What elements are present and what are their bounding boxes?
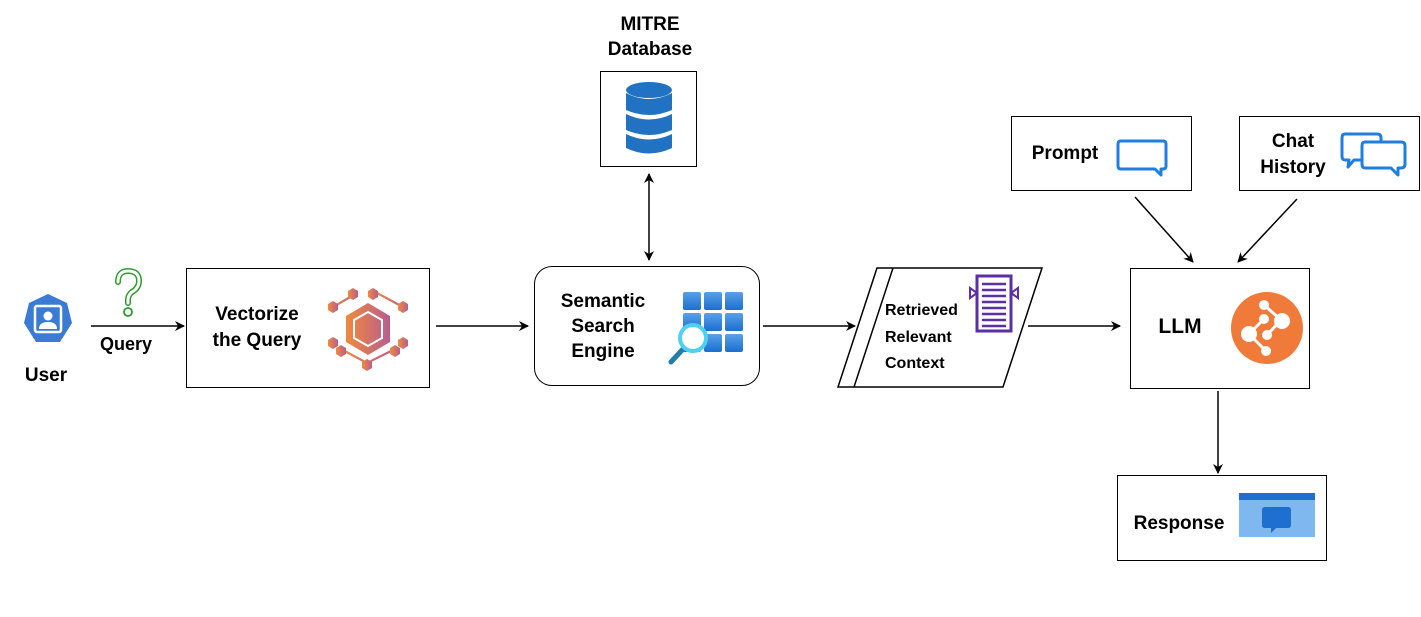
database-label-line2: Database [607,39,693,60]
prompt-node[interactable]: Prompt [1011,116,1192,191]
response-window-icon [1239,493,1315,537]
history-label-line1: Chat [1271,131,1315,152]
vectorize-label-line2: the Query [212,330,302,351]
document-list-icon [969,274,1019,333]
question-mark-icon [115,268,143,317]
vectorize-node[interactable]: Vectorize the Query [186,268,430,388]
response-label: Response [1133,513,1225,534]
prompt-label: Prompt [1031,143,1099,164]
history-label-line2: History [1260,157,1326,178]
user-node[interactable]: User [18,292,78,392]
vectorize-label-line1: Vectorize [215,304,299,325]
search-label-line1: Semantic [560,291,646,312]
edge-history-llm [1237,198,1298,263]
llm-graph-icon [1231,292,1303,364]
llm-label: LLM [1158,315,1202,338]
search-node[interactable]: Semantic Search Engine [534,266,760,386]
database-icon [626,82,672,154]
chat-bubbles-icon [1340,132,1407,177]
user-label: User [24,365,68,386]
database-node[interactable] [600,71,697,167]
chat-bubble-icon [1116,139,1168,177]
search-label-line2: Search [571,316,635,337]
edge-prompt-llm [1134,196,1194,263]
history-node[interactable]: Chat History [1239,116,1420,191]
search-label-line3: Engine [571,341,635,362]
user-badge-icon [24,294,72,342]
grid-search-icon [668,292,743,365]
hexagon-network-icon [328,288,408,371]
response-node[interactable]: Response [1117,475,1327,561]
database-label-line1: MITRE [620,14,680,35]
query-edge-label: Query [99,334,153,354]
llm-node[interactable]: LLM [1130,268,1310,389]
